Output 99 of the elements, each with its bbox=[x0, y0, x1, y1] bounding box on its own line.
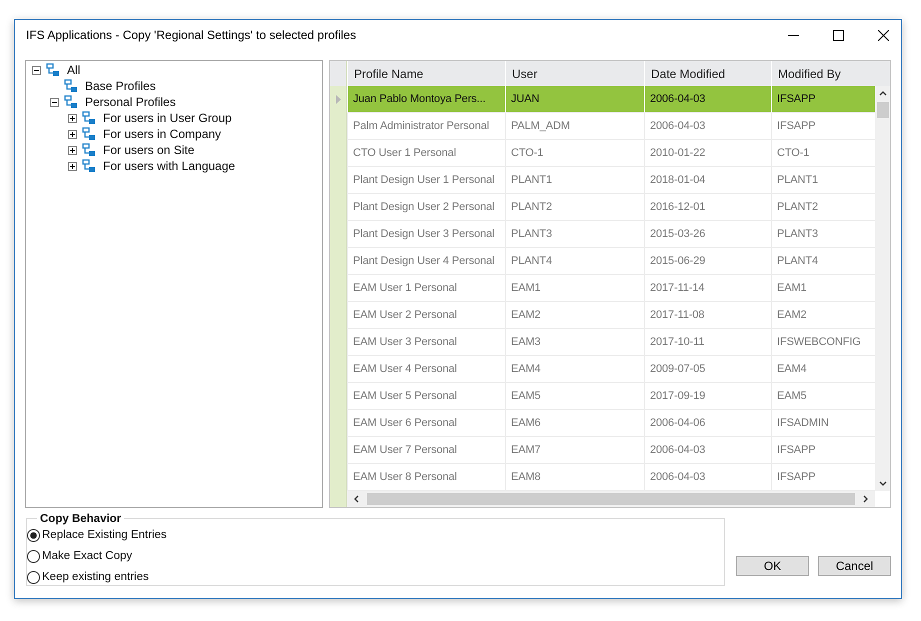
table-cell: EAM User 6 Personal bbox=[347, 410, 505, 437]
table-cell: EAM User 7 Personal bbox=[347, 437, 505, 464]
table-cell: EAM1 bbox=[505, 275, 644, 302]
tree-item[interactable]: For users in User Group bbox=[103, 111, 232, 125]
tree-item[interactable]: For users in Company bbox=[103, 127, 222, 141]
table-cell: EAM7 bbox=[505, 437, 644, 464]
table-cell: Plant Design User 1 Personal bbox=[347, 167, 505, 194]
scroll-down-icon[interactable] bbox=[878, 479, 886, 487]
row-pointer-icon bbox=[336, 95, 340, 104]
radio-option[interactable]: Replace Existing Entries bbox=[27, 527, 724, 543]
dialog-button[interactable]: Cancel bbox=[818, 556, 891, 576]
scroll-thumb[interactable] bbox=[876, 102, 888, 118]
collapse-icon[interactable] bbox=[32, 66, 43, 74]
table-cell: CTO-1 bbox=[505, 140, 644, 167]
table-cell: JUAN bbox=[505, 86, 644, 113]
tree-item[interactable]: For users on Site bbox=[103, 143, 194, 157]
tree-item[interactable]: For users with Language bbox=[103, 159, 236, 173]
collapse-icon[interactable] bbox=[50, 98, 61, 106]
table-cell: 2015-06-29 bbox=[644, 248, 771, 275]
table-cell: EAM User 5 Personal bbox=[347, 383, 505, 410]
scroll-up-icon[interactable] bbox=[878, 90, 886, 98]
horizontal-scrollbar[interactable] bbox=[347, 491, 875, 507]
hierarchy-icon bbox=[82, 127, 96, 141]
table-row[interactable]: Plant Design User 3 Personal PLANT3 2015-03-26 PLANT3 bbox=[330, 221, 875, 248]
table-cell: 2017-09-19 bbox=[644, 383, 771, 410]
scroll-thumb[interactable] bbox=[367, 493, 855, 505]
tree-item[interactable]: Personal Profiles bbox=[85, 95, 176, 109]
table-cell: PLANT3 bbox=[505, 221, 644, 248]
expand-icon[interactable] bbox=[68, 114, 79, 122]
expand-icon[interactable] bbox=[68, 146, 79, 154]
hierarchy-icon bbox=[46, 63, 60, 77]
tree-item[interactable]: Base Profiles bbox=[85, 79, 156, 93]
table-row[interactable]: Plant Design User 2 Personal PLANT2 2016-12-01 PLANT2 bbox=[330, 194, 875, 221]
table-cell: PLANT1 bbox=[505, 167, 644, 194]
expand-icon[interactable] bbox=[68, 162, 79, 170]
table-cell: 2018-01-04 bbox=[644, 167, 771, 194]
hierarchy-icon bbox=[82, 111, 96, 125]
table-row[interactable]: EAM User 2 Personal EAM2 2017-11-08 EAM2 bbox=[330, 302, 875, 329]
table-cell: EAM User 2 Personal bbox=[347, 302, 505, 329]
hierarchy-icon bbox=[82, 143, 96, 157]
window-title: IFS Applications - Copy 'Regional Settings' to selected profiles bbox=[26, 28, 358, 42]
hierarchy-icon bbox=[82, 159, 96, 173]
dialog-button[interactable]: OK bbox=[736, 556, 809, 576]
table-cell: EAM User 3 Personal bbox=[347, 329, 505, 356]
table-row[interactable]: EAM User 7 Personal EAM7 2006-04-03 IFSAPP bbox=[330, 437, 875, 464]
vertical-scrollbar[interactable] bbox=[875, 86, 890, 491]
radio-button[interactable] bbox=[27, 550, 40, 562]
table-cell: 2017-10-11 bbox=[644, 329, 771, 356]
hierarchy-icon bbox=[64, 95, 78, 109]
row-header[interactable] bbox=[330, 86, 347, 113]
table-row[interactable]: Plant Design User 1 Personal PLANT1 2018-01-04 PLANT1 bbox=[330, 167, 875, 194]
table-cell: Plant Design User 3 Personal bbox=[347, 221, 505, 248]
table-cell: EAM6 bbox=[505, 410, 644, 437]
table-row[interactable]: EAM User 4 Personal EAM4 2009-07-05 EAM4 bbox=[330, 356, 875, 383]
table-row[interactable]: EAM User 6 Personal EAM6 2006-04-06 IFSADMIN bbox=[330, 410, 875, 437]
table-cell: EAM User 1 Personal bbox=[347, 275, 505, 302]
radio-option[interactable]: Keep existing entries bbox=[27, 569, 724, 585]
table-cell: 2006-04-03 bbox=[644, 86, 771, 113]
table-row[interactable]: Palm Administrator Personal PALM_ADM 2006-04-03 IFSAPP bbox=[330, 113, 875, 140]
table-cell: Plant Design User 4 Personal bbox=[347, 248, 505, 275]
table-cell: EAM2 bbox=[505, 302, 644, 329]
table-cell: 2010-01-22 bbox=[644, 140, 771, 167]
table-row[interactable]: EAM User 1 Personal EAM1 2017-11-14 EAM1 bbox=[330, 275, 875, 302]
table-cell: PLANT4 bbox=[505, 248, 644, 275]
table-cell: CTO User 1 Personal bbox=[347, 140, 505, 167]
scroll-left-icon[interactable] bbox=[353, 495, 361, 503]
table-cell: IFSAPP bbox=[771, 86, 875, 113]
radio-button[interactable] bbox=[27, 528, 40, 542]
table-cell: PLANT2 bbox=[505, 194, 644, 221]
table-row[interactable]: EAM User 5 Personal EAM5 2017-09-19 EAM5 bbox=[330, 383, 875, 410]
table-cell: EAM3 bbox=[505, 329, 644, 356]
table-row[interactable]: Plant Design User 4 Personal PLANT4 2015-06-29 PLANT4 bbox=[330, 248, 875, 275]
table-cell: EAM User 4 Personal bbox=[347, 356, 505, 383]
tree-item[interactable]: All bbox=[67, 63, 80, 77]
table-cell: 2006-04-03 bbox=[644, 437, 771, 464]
table-row[interactable]: EAM User 3 Personal EAM3 2017-10-11 IFSWEBCONFIG bbox=[330, 329, 875, 356]
group-title: Copy Behavior bbox=[37, 513, 124, 525]
table-row[interactable]: Juan Pablo Montoya Pers... JUAN 2006-04-03 IFSAPP bbox=[330, 86, 875, 113]
table-cell: 2009-07-05 bbox=[644, 356, 771, 383]
table-cell: EAM5 bbox=[505, 383, 644, 410]
table-cell: PALM_ADM bbox=[505, 113, 644, 140]
radio-option[interactable]: Make Exact Copy bbox=[27, 548, 724, 564]
table-cell: Plant Design User 2 Personal bbox=[347, 194, 505, 221]
maximize-icon[interactable] bbox=[833, 30, 844, 40]
table-cell: EAM4 bbox=[505, 356, 644, 383]
close-icon[interactable] bbox=[878, 30, 889, 40]
table-row[interactable]: CTO User 1 Personal CTO-1 2010-01-22 CTO-1 bbox=[330, 140, 875, 167]
table-cell: 2017-11-08 bbox=[644, 302, 771, 329]
radio-button[interactable] bbox=[27, 570, 40, 584]
table-cell: 2006-04-06 bbox=[644, 410, 771, 437]
table-cell: 2015-03-26 bbox=[644, 221, 771, 248]
table-cell: 2016-12-01 bbox=[644, 194, 771, 221]
expand-icon[interactable] bbox=[68, 130, 79, 138]
table-cell: 2006-04-03 bbox=[644, 113, 771, 140]
hierarchy-icon bbox=[64, 79, 78, 93]
table-cell: Palm Administrator Personal bbox=[347, 113, 505, 140]
table-cell: Juan Pablo Montoya Pers... bbox=[347, 86, 505, 113]
table-cell: 2017-11-14 bbox=[644, 275, 771, 302]
scroll-right-icon[interactable] bbox=[861, 495, 869, 503]
